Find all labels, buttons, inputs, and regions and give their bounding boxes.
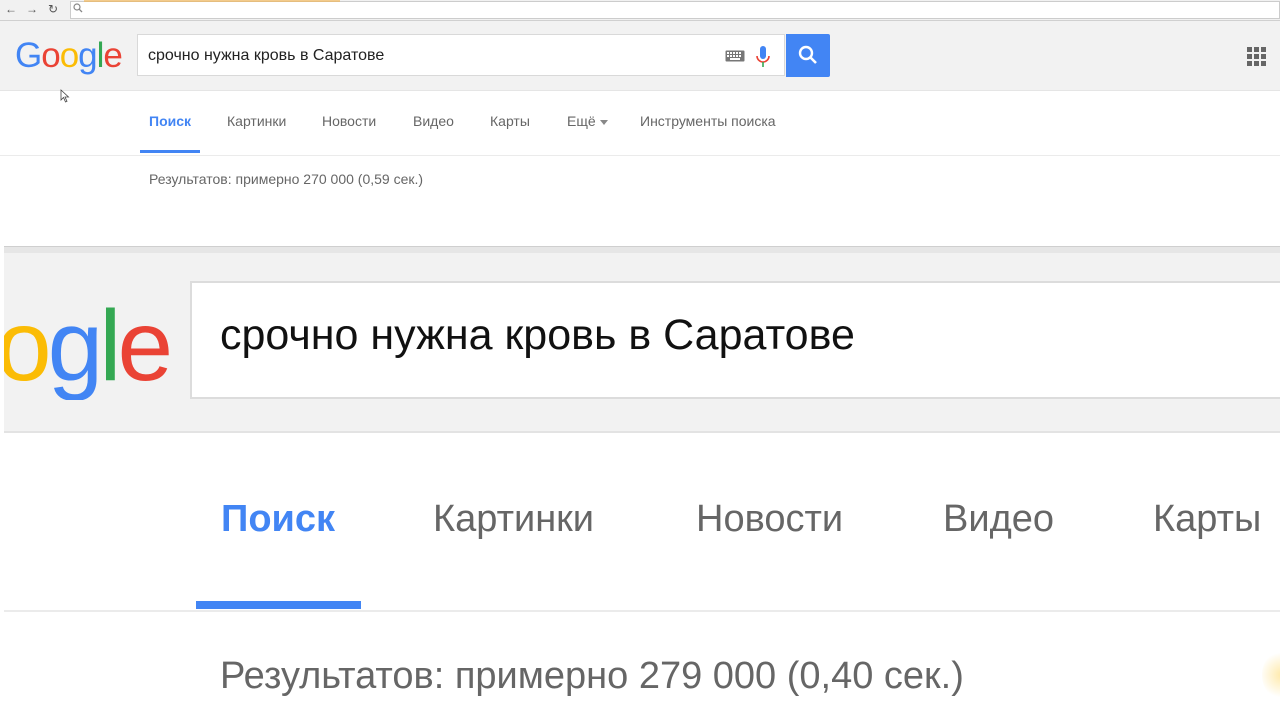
zoomed-tab-search: Поиск: [221, 498, 336, 540]
zoomed-tab-news: Новости: [696, 498, 844, 540]
tab-images[interactable]: Картинки: [227, 113, 286, 129]
tab-video[interactable]: Видео: [413, 113, 454, 129]
apps-grid-icon[interactable]: [1247, 47, 1267, 67]
zoomed-tab-video: Видео: [943, 498, 1055, 540]
search-button[interactable]: [786, 34, 830, 77]
zoomed-tab-maps: Карты: [1153, 498, 1262, 540]
logo-letter: e: [103, 36, 122, 75]
logo-letter: o: [59, 36, 79, 75]
active-tab-indicator: [140, 150, 200, 153]
zoomed-tab-images: Картинки: [433, 498, 595, 540]
search-query: срочно нужна кровь в Саратове: [148, 47, 385, 64]
zoomed-logo-clip: ogle: [4, 280, 184, 400]
tab-more[interactable]: Ещё: [567, 113, 608, 129]
google-logo[interactable]: Google: [15, 36, 123, 76]
zoomed-logo-letter: g: [47, 290, 104, 400]
tab-maps[interactable]: Карты: [490, 113, 530, 129]
google-logo-zoomed: ogle: [4, 296, 173, 396]
search-tabs: Поиск Картинки Новости Видео Карты Ещё И…: [0, 91, 1280, 156]
zoomed-logo-letter: e: [117, 290, 173, 400]
tab-search-tools[interactable]: Инструменты поиска: [640, 113, 776, 129]
results-count: Результатов: примерно 270 000 (0,59 сек.…: [149, 171, 424, 187]
chevron-down-icon: [599, 119, 608, 125]
back-icon[interactable]: ←: [4, 2, 18, 16]
search-icon: [798, 45, 817, 64]
cursor-highlight: [1262, 650, 1280, 700]
zoomed-search-tabs: [4, 432, 1280, 612]
logo-letter: G: [15, 36, 42, 75]
search-input[interactable]: срочно нужна кровь в Саратове: [137, 34, 785, 76]
tab-search[interactable]: Поиск: [149, 113, 191, 129]
zoomed-search-input: срочно нужна кровь в Саратове: [190, 281, 1280, 399]
zoomed-results-count: Результатов: примерно 279 000 (0,40 сек.…: [220, 655, 964, 697]
browser-toolbar: ← → ↻: [0, 0, 1280, 21]
forward-icon[interactable]: →: [25, 2, 39, 16]
logo-letter: g: [78, 36, 97, 75]
mic-icon[interactable]: [755, 45, 771, 69]
search-icon: [73, 3, 83, 13]
zoomed-search-query: срочно нужна кровь в Саратове: [220, 311, 855, 359]
keyboard-icon[interactable]: [725, 50, 745, 62]
tab-more-label: Ещё: [567, 113, 596, 129]
zoomed-logo-letter: l: [99, 290, 121, 400]
address-bar[interactable]: [70, 1, 1280, 19]
page-load-progress: [84, 0, 340, 2]
logo-letter: o: [41, 36, 60, 75]
zoomed-active-tab-indicator: [196, 601, 361, 609]
reload-icon[interactable]: ↻: [46, 2, 60, 16]
zoomed-logo-letter: o: [4, 290, 52, 400]
tab-news[interactable]: Новости: [322, 113, 376, 129]
